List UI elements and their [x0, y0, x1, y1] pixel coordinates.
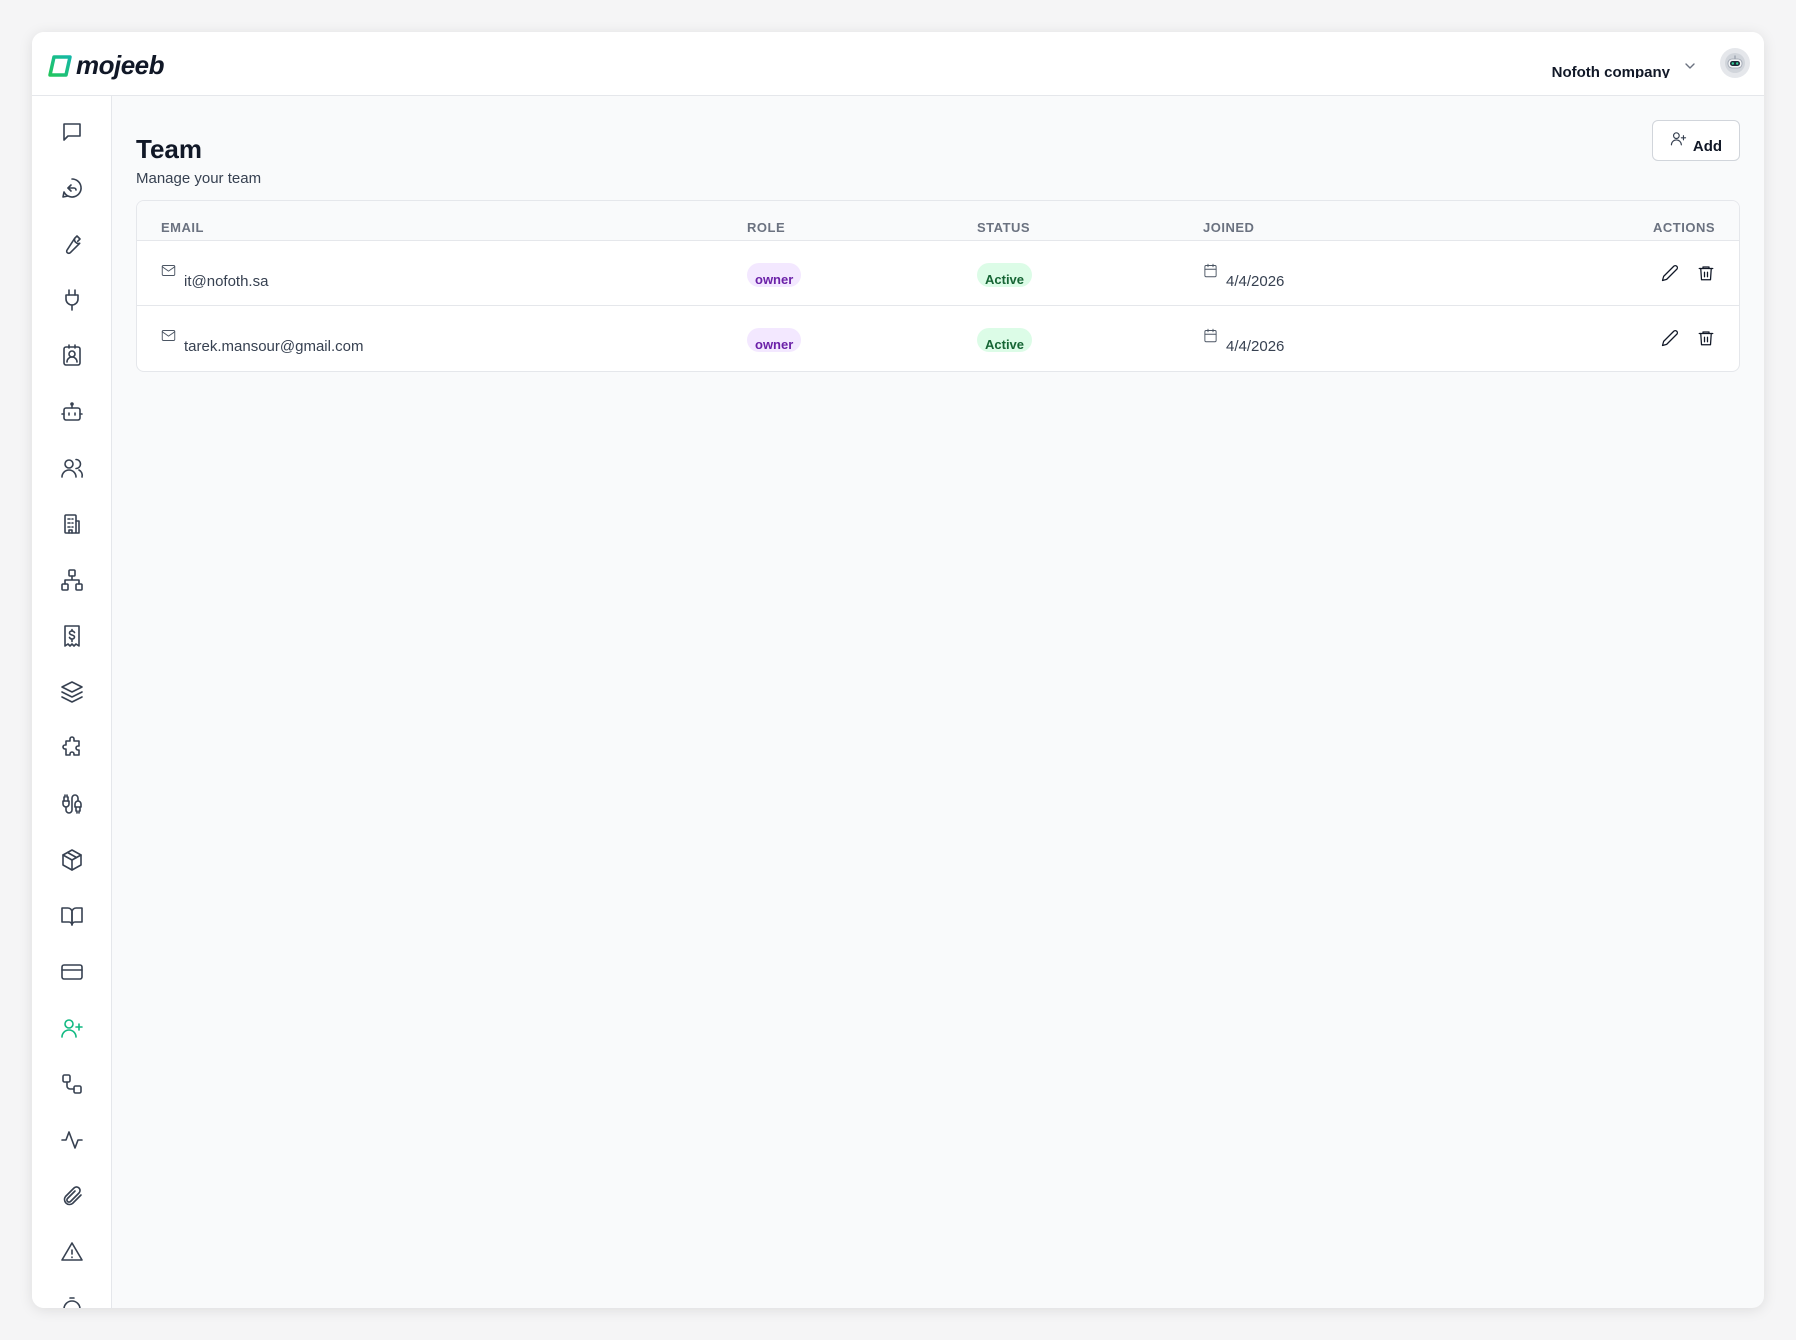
brand-logo[interactable]: mojeeb [48, 50, 165, 81]
table-header: EMAIL ROLE STATUS JOINED ACTIONS [137, 201, 1739, 241]
edit-button[interactable] [1661, 329, 1679, 347]
sidebar-item-companies[interactable] [52, 504, 92, 544]
column-header-joined: JOINED [1203, 220, 1255, 235]
top-bar: mojeeb Nofoth company [32, 32, 1764, 96]
hierarchy-icon [61, 569, 83, 591]
calendar-icon [1204, 263, 1217, 278]
add-button-label: Add [1692, 138, 1723, 155]
page-subtitle: Manage your team [136, 170, 262, 187]
joined-date: 4/4/2026 [1226, 273, 1285, 290]
sidebar-item-replies[interactable] [52, 168, 92, 208]
sidebar-item-layers[interactable] [52, 672, 92, 712]
page-title: Team [136, 134, 202, 164]
team-table: EMAIL ROLE STATUS JOINED ACTIONS it@nofo… [136, 200, 1740, 372]
package-icon [62, 849, 82, 871]
status-badge: Active [977, 263, 1033, 287]
mail-icon [161, 330, 176, 341]
puzzle-icon [62, 736, 80, 756]
sidebar-item-integrations[interactable] [52, 280, 92, 320]
table-row: it@nofoth.sa owner Active 4/4/2026 [137, 241, 1739, 306]
member-email: tarek.mansour@gmail.com [184, 338, 364, 355]
pencil-icon [1661, 265, 1678, 282]
row-actions [1661, 329, 1715, 347]
add-member-button[interactable]: Add [1652, 120, 1740, 161]
sidebar-item-billing[interactable] [52, 616, 92, 656]
email-cell: tarek.mansour@gmail.com [161, 330, 363, 355]
member-email: it@nofoth.sa [184, 273, 269, 290]
table-row: tarek.mansour@gmail.com owner Active 4/4… [137, 306, 1739, 371]
sidebar-item-customers[interactable] [52, 448, 92, 488]
delete-button[interactable] [1697, 264, 1715, 282]
trash-icon [1698, 266, 1714, 281]
user-plus-icon [1670, 132, 1687, 146]
sidebar-item-attachments[interactable] [52, 1176, 92, 1216]
joined-cell: 4/4/2026 [1203, 328, 1285, 355]
app-window: mojeeb Nofoth company Team Manage your t… [32, 32, 1764, 1308]
row-actions [1661, 264, 1715, 282]
bot-icon [61, 402, 83, 421]
role-badge: owner [747, 328, 802, 352]
company-switcher[interactable]: Nofoth company [1552, 56, 1696, 78]
logo-mark-icon [48, 54, 72, 77]
edit-button[interactable] [1661, 264, 1679, 282]
workflow-icon [62, 1074, 82, 1094]
sidebar-item-more[interactable] [52, 1288, 92, 1308]
sidebar-item-plugins[interactable] [52, 728, 92, 768]
plug-icon [65, 289, 79, 311]
sidebar-item-bots[interactable] [52, 392, 92, 432]
sidebar-item-conversations[interactable] [52, 112, 92, 152]
sidebar-item-tools[interactable] [52, 224, 92, 264]
message-reply-icon [62, 178, 82, 198]
sidebar-item-products[interactable] [52, 840, 92, 880]
column-header-role: ROLE [747, 220, 786, 235]
sidebar-item-team[interactable] [52, 1008, 92, 1048]
sidebar-item-contacts[interactable] [52, 336, 92, 376]
wrench-icon [65, 235, 81, 255]
users-icon [61, 458, 84, 478]
user-plus-icon [61, 1019, 83, 1038]
layers-icon [61, 681, 83, 703]
robot-avatar-icon[interactable] [1720, 48, 1750, 78]
delete-button[interactable] [1697, 329, 1715, 347]
timer-icon [63, 1297, 81, 1308]
sidebar-item-knowledge[interactable] [52, 896, 92, 936]
status-badge: Active [977, 328, 1033, 352]
joined-cell: 4/4/2026 [1203, 263, 1285, 290]
sidebar-item-alerts[interactable] [52, 1232, 92, 1272]
joined-date: 4/4/2026 [1226, 338, 1285, 355]
paperclip-icon [63, 1186, 82, 1206]
book-open-icon [61, 907, 83, 926]
mail-icon [161, 265, 176, 276]
sidebar [32, 96, 112, 1308]
chevron-down-icon [1684, 56, 1696, 72]
calendar-icon [1204, 328, 1217, 343]
activity-icon [61, 1131, 83, 1149]
role-badge: owner [747, 263, 802, 287]
trash-icon [1698, 331, 1714, 346]
sidebar-item-activity[interactable] [52, 1120, 92, 1160]
pencil-icon [1661, 330, 1678, 347]
column-header-status: STATUS [977, 220, 1031, 235]
company-name: Nofoth company [1551, 64, 1670, 78]
sidebar-item-connectors[interactable] [52, 784, 92, 824]
sidebar-item-payments[interactable] [52, 952, 92, 992]
email-cell: it@nofoth.sa [161, 265, 268, 290]
sidebar-item-structure[interactable] [52, 560, 92, 600]
credit-card-icon [61, 964, 83, 980]
contact-card-icon [63, 344, 81, 366]
main-content: Team Manage your team Add EMAIL ROLE STA… [112, 96, 1764, 1308]
sidebar-item-workflows[interactable] [52, 1064, 92, 1104]
alert-triangle-icon [61, 1242, 83, 1261]
column-header-email: EMAIL [161, 220, 204, 235]
message-square-icon [63, 123, 81, 141]
receipt-dollar-icon [64, 625, 80, 647]
cable-icon [62, 794, 82, 814]
brand-name: mojeeb [76, 50, 165, 80]
building-icon [64, 514, 80, 534]
column-header-actions: ACTIONS [1653, 220, 1715, 235]
